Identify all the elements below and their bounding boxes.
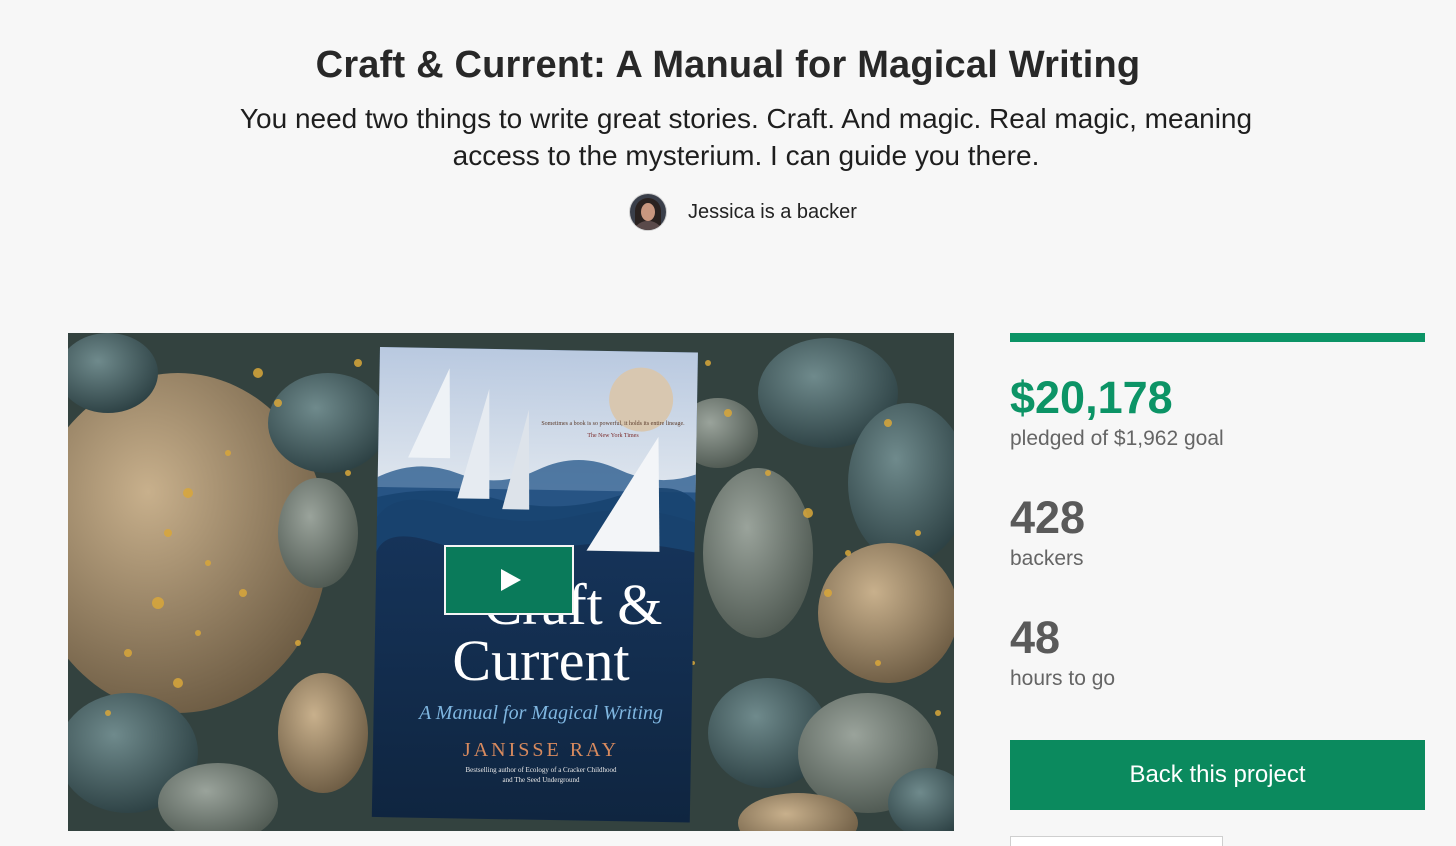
book-quote-source: The New York Times [587, 433, 639, 439]
time-label: hours to go [1010, 667, 1116, 690]
book-title-line2: Current [452, 628, 629, 693]
avatar[interactable] [629, 193, 667, 231]
remind-me-button[interactable] [1010, 836, 1223, 846]
backer-note-text: Jessica is a backer [688, 200, 857, 223]
pledged-amount: $20,178 [1010, 372, 1173, 423]
book-tagline-1: Bestselling author of Ecology of a Crack… [465, 766, 617, 774]
project-video[interactable]: Sometimes a book is so powerful, it hold… [68, 333, 954, 831]
time-left: 48 [1010, 612, 1061, 663]
backers-label: backers [1010, 547, 1084, 570]
book-quote: Sometimes a book is so powerful, it hold… [541, 420, 685, 427]
pledged-label: pledged of $1,962 goal [1010, 427, 1224, 450]
funding-progress-bar [1010, 333, 1425, 342]
backer-note: Jessica is a backer [629, 193, 857, 231]
funding-progress-fill [1010, 333, 1425, 342]
book-author: JANISSE RAY [463, 739, 619, 761]
project-title: Craft & Current: A Manual for Magical Wr… [315, 44, 1141, 86]
book-subtitle: A Manual for Magical Writing [417, 702, 663, 724]
project-blurb: You need two things to write great stori… [239, 103, 1253, 171]
back-project-button[interactable]: Back this project [1010, 740, 1425, 810]
backers-count: 428 [1010, 492, 1086, 543]
book-tagline-2: and The Seed Underground [503, 776, 580, 784]
play-button[interactable] [444, 545, 574, 615]
play-icon [501, 569, 521, 591]
